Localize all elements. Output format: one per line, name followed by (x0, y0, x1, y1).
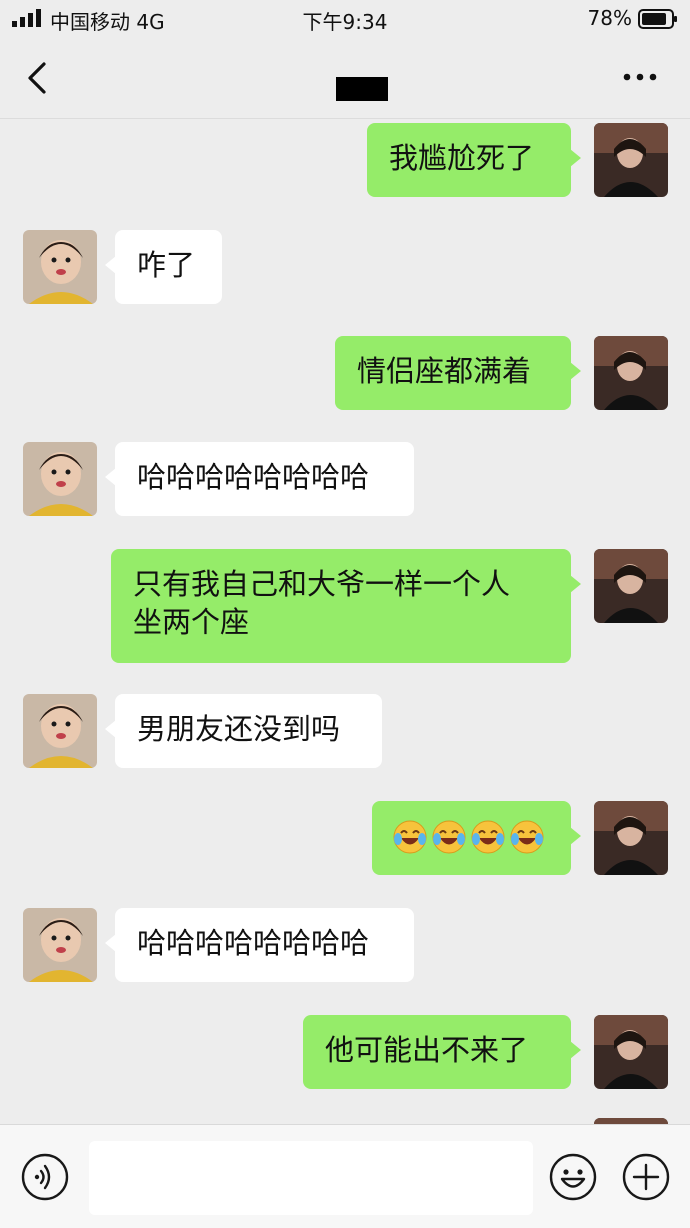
message-text: 情侣座都满着 (357, 354, 532, 388)
emoji-icon[interactable] (548, 1152, 598, 1202)
message-text: 哈哈哈哈哈哈哈哈 (137, 926, 370, 960)
battery-icon (638, 9, 677, 29)
friend-avatar[interactable] (23, 908, 97, 982)
more-icon[interactable] (620, 60, 660, 94)
message-text: 他可能出不来了 (325, 1033, 529, 1067)
laughing-crying-emoji-icon (393, 820, 427, 854)
my-avatar[interactable] (594, 549, 668, 623)
plus-icon[interactable] (621, 1152, 671, 1202)
status-bar: 中国移动 4G 下午9:34 78% (0, 0, 690, 38)
message-bubble-received[interactable]: 咋了 (105, 230, 222, 304)
friend-avatar[interactable] (23, 442, 97, 516)
message-bubble-received[interactable]: 男朋友还没到吗 (105, 694, 382, 768)
chat-header (0, 38, 690, 119)
message-bubble-received[interactable]: 哈哈哈哈哈哈哈哈 (105, 908, 414, 982)
message-bubble-sent[interactable] (372, 801, 581, 875)
back-icon[interactable] (22, 58, 52, 98)
my-avatar[interactable] (594, 1015, 668, 1089)
friend-avatar[interactable] (23, 230, 97, 304)
message-bubble-received[interactable]: 哈哈哈哈哈哈哈哈 (105, 442, 414, 516)
friend-avatar[interactable] (23, 694, 97, 768)
message-bubble-sent[interactable]: 他可能出不来了 (303, 1015, 581, 1089)
laughing-crying-emoji-icon (510, 820, 544, 854)
my-avatar[interactable] (594, 801, 668, 875)
message-list[interactable]: 我尴尬死了 咋了 情侣座都满着 哈哈哈哈哈哈哈哈 只有我自己和大爷一样一个人 坐… (0, 119, 690, 1124)
message-input[interactable] (89, 1141, 533, 1215)
contact-name-redacted (336, 77, 388, 101)
message-text: 咋了 (137, 248, 196, 282)
message-text: 哈哈哈哈哈哈哈哈 (137, 460, 370, 494)
message-bubble-sent[interactable]: 只有我自己和大爷一样一个人 坐两个座 (111, 549, 581, 663)
emoji-row (392, 819, 551, 855)
message-text: 男朋友还没到吗 (137, 712, 341, 746)
battery-percent: 78% (587, 6, 632, 30)
message-text: 我尴尬死了 (389, 141, 535, 175)
voice-icon[interactable] (20, 1152, 70, 1202)
laughing-crying-emoji-icon (432, 820, 466, 854)
my-avatar[interactable] (594, 336, 668, 410)
message-text-line: 坐两个座 (133, 605, 250, 639)
message-bubble-sent[interactable]: 我尴尬死了 (367, 123, 581, 197)
message-text-line: 只有我自己和大爷一样一个人 (133, 567, 511, 601)
input-bar (0, 1124, 690, 1228)
laughing-crying-emoji-icon (471, 820, 505, 854)
message-bubble-sent[interactable]: 情侣座都满着 (335, 336, 581, 410)
my-avatar[interactable] (594, 123, 668, 197)
clock: 下午9:34 (302, 10, 388, 34)
